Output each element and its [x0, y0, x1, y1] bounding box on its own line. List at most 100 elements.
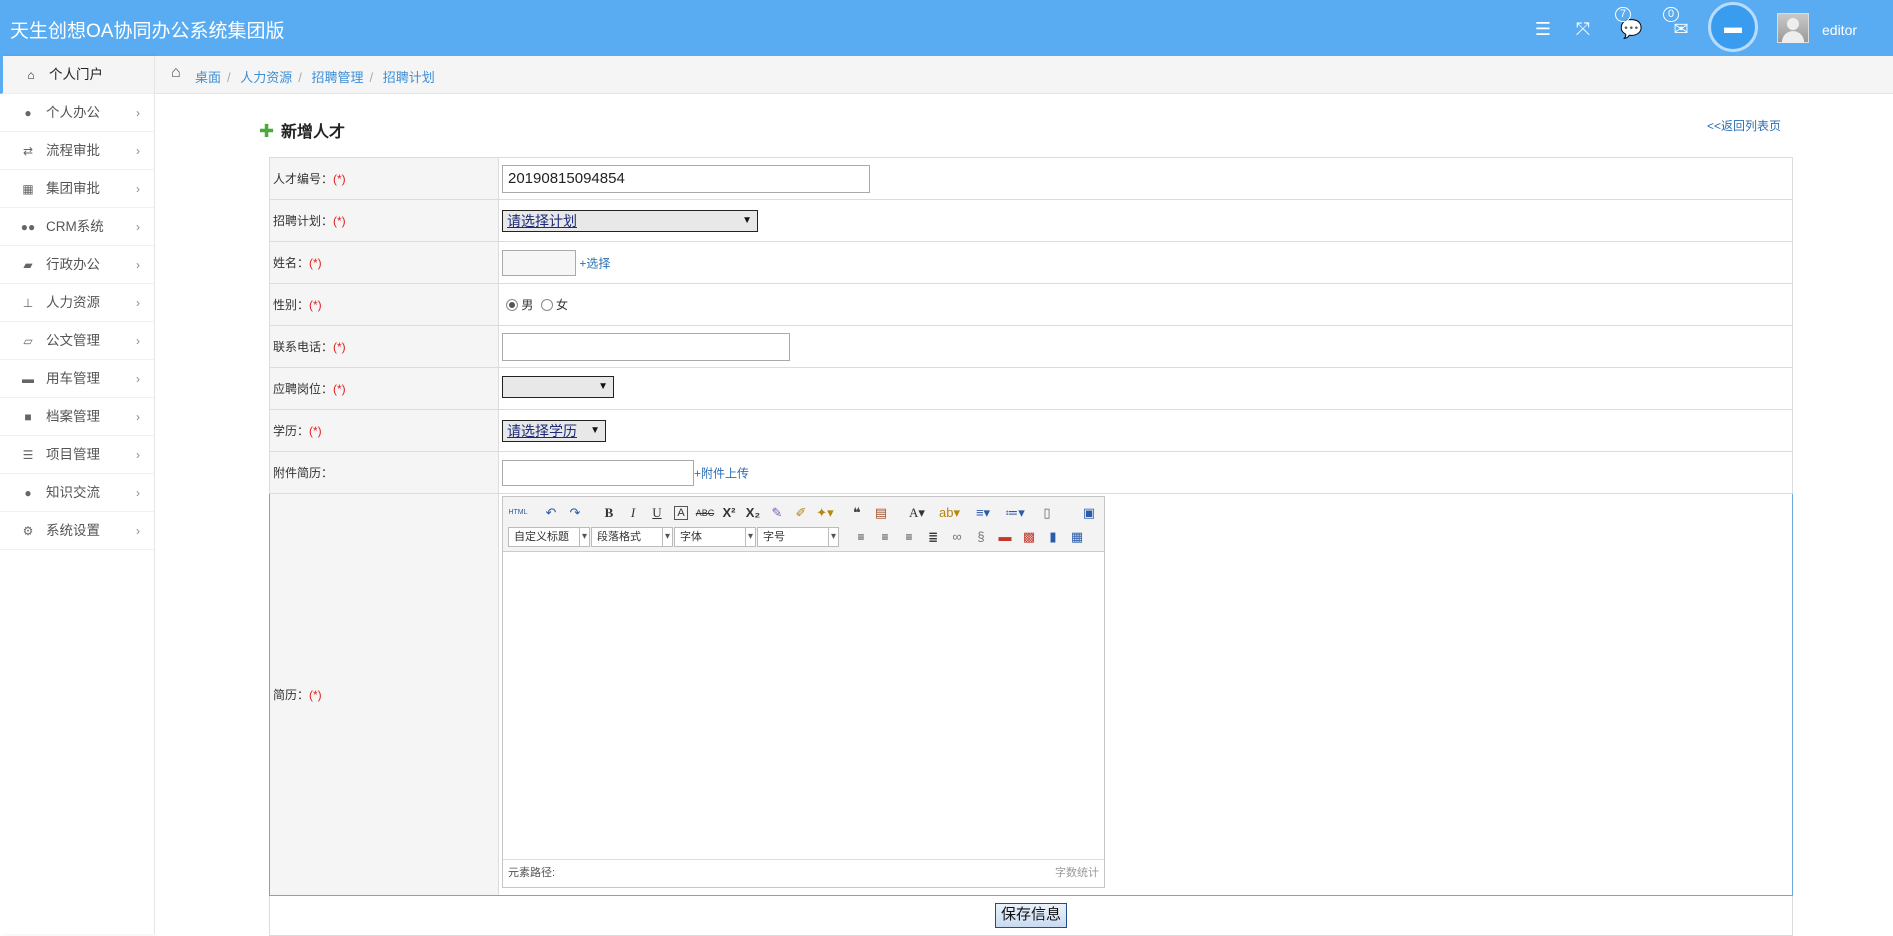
table-icon[interactable]: ▦ [1067, 527, 1087, 547]
breadcrumb-recruitment-plan[interactable]: 招聘计划 [383, 70, 435, 85]
sidebar-item-vehicles[interactable]: ▬ 用车管理 › [0, 360, 154, 398]
preview-icon[interactable]: ▣ [1079, 503, 1099, 523]
sidebar-item-label: 个人门户 [49, 67, 103, 82]
chat-bubble-icon[interactable]: ▬ [1708, 2, 1758, 52]
eraser-icon[interactable]: ✎ [767, 503, 787, 523]
avatar[interactable] [1777, 13, 1809, 43]
sidebar-item-group-approval[interactable]: ▦ 集团审批 › [0, 170, 154, 208]
form-actions: 保存信息 [269, 895, 1793, 936]
talent-number-input[interactable] [502, 164, 870, 193]
unordered-list-icon[interactable]: ≔▾ [1005, 503, 1025, 523]
underline-icon[interactable]: U [647, 503, 667, 523]
sidebar-item-personal-portal[interactable]: ⌂ 个人门户 [0, 56, 154, 94]
chevron-right-icon: › [136, 448, 140, 462]
gender-male-radio[interactable] [506, 299, 518, 311]
align-justify-icon[interactable]: ≣ [923, 527, 943, 547]
list-icon: ☰ [22, 448, 34, 462]
editor-content-area[interactable] [503, 553, 1104, 859]
sidebar-item-personal-office[interactable]: ● 个人办公 › [0, 94, 154, 132]
gender-male-label: 男 [521, 298, 534, 312]
sidebar-item-settings[interactable]: ⚙ 系统设置 › [0, 512, 154, 550]
image-icon[interactable]: ▬ [995, 527, 1015, 547]
gender-female-radio[interactable] [540, 299, 553, 311]
sidebar-item-projects[interactable]: ☰ 项目管理 › [0, 436, 154, 474]
resume-label: 简历：(*) [269, 493, 499, 896]
strikethrough-icon[interactable]: ABC [695, 503, 715, 523]
upload-attachment-link[interactable]: +附件上传 [694, 466, 749, 480]
education-select[interactable]: 请选择学历 ▼ [502, 419, 606, 442]
username[interactable]: editor [1822, 22, 1857, 38]
number-label: 人才编号：(*) [269, 157, 499, 200]
fullscreen-icon[interactable]: ⤧ [1572, 18, 1594, 40]
breadcrumb-recruitment[interactable]: 招聘管理 [312, 70, 364, 85]
back-to-list-link[interactable]: <<返回列表页 [1707, 117, 1781, 134]
sidebar-item-label: 集团审批 [46, 181, 100, 196]
align-left-icon[interactable]: ≡ [851, 527, 871, 547]
sidebar-item-admin-office[interactable]: ▰ 行政办公 › [0, 246, 154, 284]
chevron-right-icon: › [136, 258, 140, 272]
phone-input[interactable] [502, 332, 790, 361]
retweet-icon: ⇄ [22, 144, 34, 158]
subscript-icon[interactable]: X₂ [743, 503, 763, 523]
font-border-icon[interactable]: A [674, 506, 688, 520]
redo-icon[interactable]: ↷ [565, 503, 585, 523]
video-icon[interactable]: ▮ [1043, 527, 1063, 547]
folder-icon: ■ [24, 410, 32, 424]
folder-open-icon: ▱ [23, 334, 33, 348]
font-color-icon[interactable]: A▾ [907, 503, 927, 523]
multi-image-icon[interactable]: ▩ [1019, 527, 1039, 547]
home-icon[interactable]: ⌂ [171, 64, 181, 82]
link-icon[interactable]: ∞ [947, 527, 967, 547]
undo-icon[interactable]: ↶ [541, 503, 561, 523]
word-count-label: 字数统计 [1055, 867, 1099, 879]
sidebar-item-workflow[interactable]: ⇄ 流程审批 › [0, 132, 154, 170]
font-size-dropdown[interactable]: 字号 [757, 527, 839, 547]
sidebar-item-crm[interactable]: ●● CRM系统 › [0, 208, 154, 246]
name-input[interactable] [502, 249, 576, 276]
recruitment-plan-select[interactable]: 请选择计划 ▼ [502, 209, 758, 232]
messages-badge: 7 [1615, 7, 1632, 22]
sidebar-item-label: 知识交流 [46, 485, 100, 500]
chevron-right-icon: › [136, 372, 140, 386]
ordered-list-icon[interactable]: ≡▾ [973, 503, 993, 523]
align-center-icon[interactable]: ≡ [875, 527, 895, 547]
paragraph-format-dropdown[interactable]: 段落格式 [591, 527, 673, 547]
sidebar-item-archives[interactable]: ■ 档案管理 › [0, 398, 154, 436]
format-brush-icon[interactable]: ✐ [791, 503, 811, 523]
unlink-icon[interactable]: § [971, 527, 991, 547]
save-button[interactable]: 保存信息 [994, 903, 1067, 928]
chevron-right-icon: › [136, 486, 140, 500]
chevron-right-icon: › [136, 220, 140, 234]
editor-toolbar: HTML ↶ ↷ B I U A ABC X² X₂ ✎ ✐ ✦▾ ❝ ▤ A▾… [503, 497, 1104, 552]
menu-icon[interactable]: ☰ [1532, 18, 1554, 40]
sidebar-item-label: 行政办公 [46, 257, 100, 272]
html-source-button[interactable]: HTML [506, 503, 530, 523]
select-person-link[interactable]: +选择 [579, 256, 610, 270]
sidebar-item-documents[interactable]: ▱ 公文管理 › [0, 322, 154, 360]
align-right-icon[interactable]: ≡ [899, 527, 919, 547]
element-path-label: 元素路径: [508, 867, 556, 879]
position-select[interactable]: ▼ [502, 376, 614, 398]
top-bar: 天生创想OA协同办公系统集团版 ☰ ⤧ 💬 7 ✉ 0 ▬ editor [0, 0, 1893, 56]
font-family-dropdown[interactable]: 字体 [674, 527, 756, 547]
new-document-icon[interactable]: ▯ [1037, 503, 1057, 523]
auto-format-icon[interactable]: ✦▾ [815, 503, 835, 523]
superscript-icon[interactable]: X² [719, 503, 739, 523]
breadcrumb-desktop[interactable]: 桌面 [195, 70, 221, 85]
attachment-input[interactable] [502, 459, 694, 486]
name-label: 姓名：(*) [269, 241, 499, 284]
paste-text-icon[interactable]: ▤ [871, 503, 891, 523]
bold-icon[interactable]: B [599, 503, 619, 523]
custom-heading-dropdown[interactable]: 自定义标题 [508, 527, 590, 547]
sidebar-item-label: 用车管理 [46, 371, 100, 386]
sidebar-item-knowledge[interactable]: ● 知识交流 › [0, 474, 154, 512]
italic-icon[interactable]: I [623, 503, 643, 523]
sidebar-item-hr[interactable]: ⊥ 人力资源 › [0, 284, 154, 322]
talent-form: 人才编号：(*) 招聘计划：(*) 请选择计划▼ 姓名：(*) +选择 性别：(… [269, 157, 1793, 936]
blockquote-icon[interactable]: ❝ [847, 503, 867, 523]
breadcrumb-hr[interactable]: 人力资源 [240, 70, 292, 85]
briefcase-icon: ▰ [23, 258, 33, 272]
attachment-label: 附件简历： [269, 451, 499, 494]
highlight-color-icon[interactable]: ab▾ [939, 503, 960, 523]
chevron-right-icon: › [136, 106, 140, 120]
